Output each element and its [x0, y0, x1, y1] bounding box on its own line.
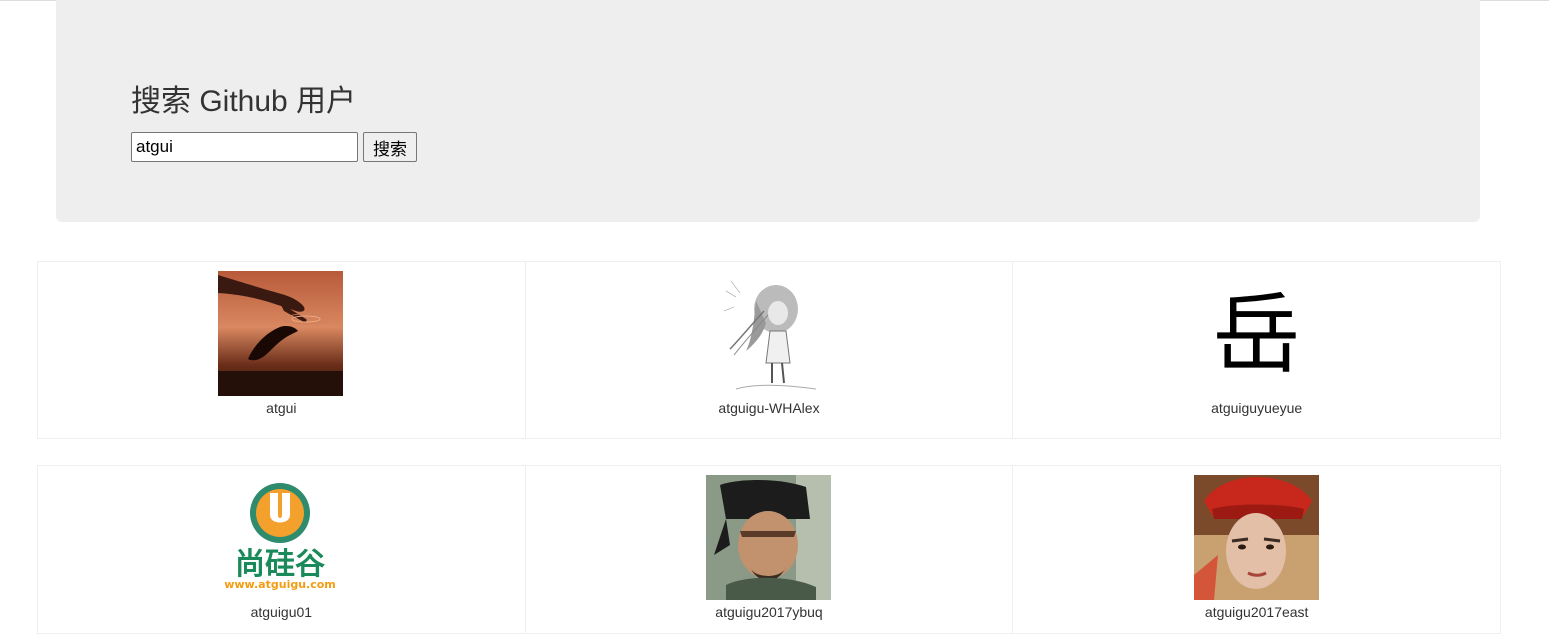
user-card: atguigu2017east [1012, 465, 1502, 634]
search-header: 搜索 Github 用户 搜索 [56, 0, 1480, 222]
page-title: 搜索 Github 用户 [131, 85, 357, 118]
user-avatar-link[interactable] [218, 271, 344, 396]
user-login: atguigu-WHAlex [718, 400, 820, 416]
user-row: atgui atguigu-WHAlex 岳 atguiguyueyue [37, 261, 1502, 439]
user-login: atguigu2017ybuq [715, 604, 823, 620]
yue-glyph: 岳 [1212, 283, 1300, 386]
user-login: atguigu2017east [1204, 604, 1309, 620]
hand-water-reflection-avatar [218, 271, 344, 396]
user-avatar-link[interactable] [706, 475, 831, 600]
user-avatar-link[interactable]: 岳 [1193, 271, 1319, 396]
user-login: atgui [266, 400, 297, 416]
yue-character-avatar: 岳 [1193, 271, 1319, 396]
red-hat-portrait-avatar [1193, 475, 1319, 600]
user-avatar-link[interactable] [706, 271, 831, 396]
user-card: atgui [37, 261, 526, 439]
user-login: atguiguyueyue [1211, 400, 1303, 416]
logo-url-text: www.atguigu.com [225, 578, 337, 591]
user-card: 尚硅谷 www.atguigu.com atguigu01 [37, 465, 526, 634]
user-row: 尚硅谷 www.atguigu.com atguigu01 atguigu201… [37, 465, 1502, 634]
atguigu-logo-avatar: 尚硅谷 www.atguigu.com [218, 475, 344, 600]
sketch-girl-avatar [706, 271, 831, 396]
search-button[interactable]: 搜索 [363, 132, 417, 162]
logo-text: 尚硅谷 [235, 547, 325, 582]
user-card: atguigu2017ybuq [524, 465, 1014, 634]
user-avatar-link[interactable]: 尚硅谷 www.atguigu.com [218, 475, 344, 600]
swordsman-portrait-avatar [706, 475, 831, 600]
user-login: atguigu01 [250, 604, 313, 620]
user-avatar-link[interactable] [1193, 475, 1319, 600]
user-card: 岳 atguiguyueyue [1012, 261, 1502, 439]
search-input[interactable] [131, 132, 358, 162]
user-card: atguigu-WHAlex [524, 261, 1014, 439]
